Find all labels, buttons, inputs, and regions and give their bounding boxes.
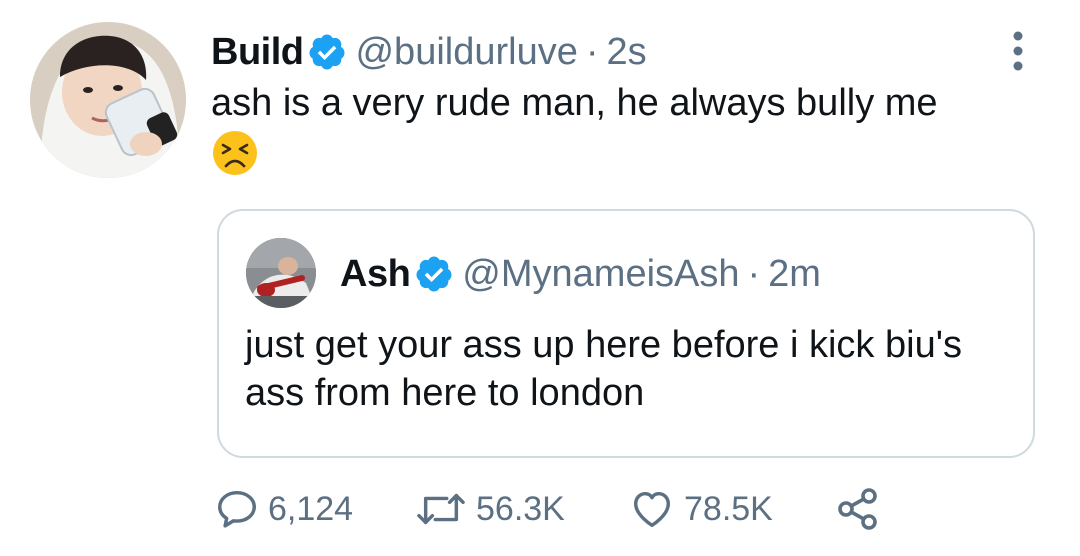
reply-count: 6,124	[268, 489, 354, 528]
verified-badge-icon	[416, 256, 452, 292]
separator-dot: ·	[747, 252, 761, 295]
tweet-timestamp[interactable]: 2s	[607, 31, 647, 74]
reply-button[interactable]: 6,124	[214, 486, 414, 532]
separator-dot: ·	[585, 30, 599, 73]
quoted-avatar-photo	[246, 238, 316, 308]
share-icon	[838, 488, 877, 530]
tweet-action-bar: 6,124 56.3K 78.5K	[214, 484, 882, 534]
author-name[interactable]: Build	[211, 31, 304, 74]
retweet-count: 56.3K	[476, 489, 565, 528]
quoted-author-name[interactable]: Ash	[340, 253, 411, 296]
quoted-tweet-header: Ash @MynameisAsh · 2m	[340, 249, 821, 299]
share-button[interactable]	[834, 485, 882, 533]
verified-badge-icon	[309, 34, 345, 70]
tired-face-emoji	[213, 131, 257, 175]
avatar-photo	[30, 22, 186, 178]
retweet-icon	[417, 493, 465, 525]
author-handle[interactable]: @buildurluve	[355, 31, 577, 74]
heart-icon	[633, 491, 671, 528]
more-options-icon[interactable]	[1006, 30, 1030, 72]
author-avatar[interactable]	[30, 22, 186, 178]
quoted-author-avatar[interactable]	[246, 238, 316, 308]
tweet-text: ash is a very rude man, he always bully …	[211, 82, 938, 124]
reply-icon	[218, 490, 256, 528]
quoted-author-handle[interactable]: @MynameisAsh	[462, 253, 739, 296]
quoted-tweet[interactable]: Ash @MynameisAsh · 2m just get your ass …	[217, 209, 1035, 458]
like-count: 78.5K	[684, 489, 773, 528]
quoted-tweet-text: just get your ass up here before i kick …	[245, 324, 962, 414]
quoted-tweet-timestamp[interactable]: 2m	[768, 253, 821, 296]
retweet-button[interactable]: 56.3K	[414, 486, 628, 532]
like-button[interactable]: 78.5K	[628, 486, 834, 532]
tweet-header: Build @buildurluve · 2s	[211, 26, 647, 78]
